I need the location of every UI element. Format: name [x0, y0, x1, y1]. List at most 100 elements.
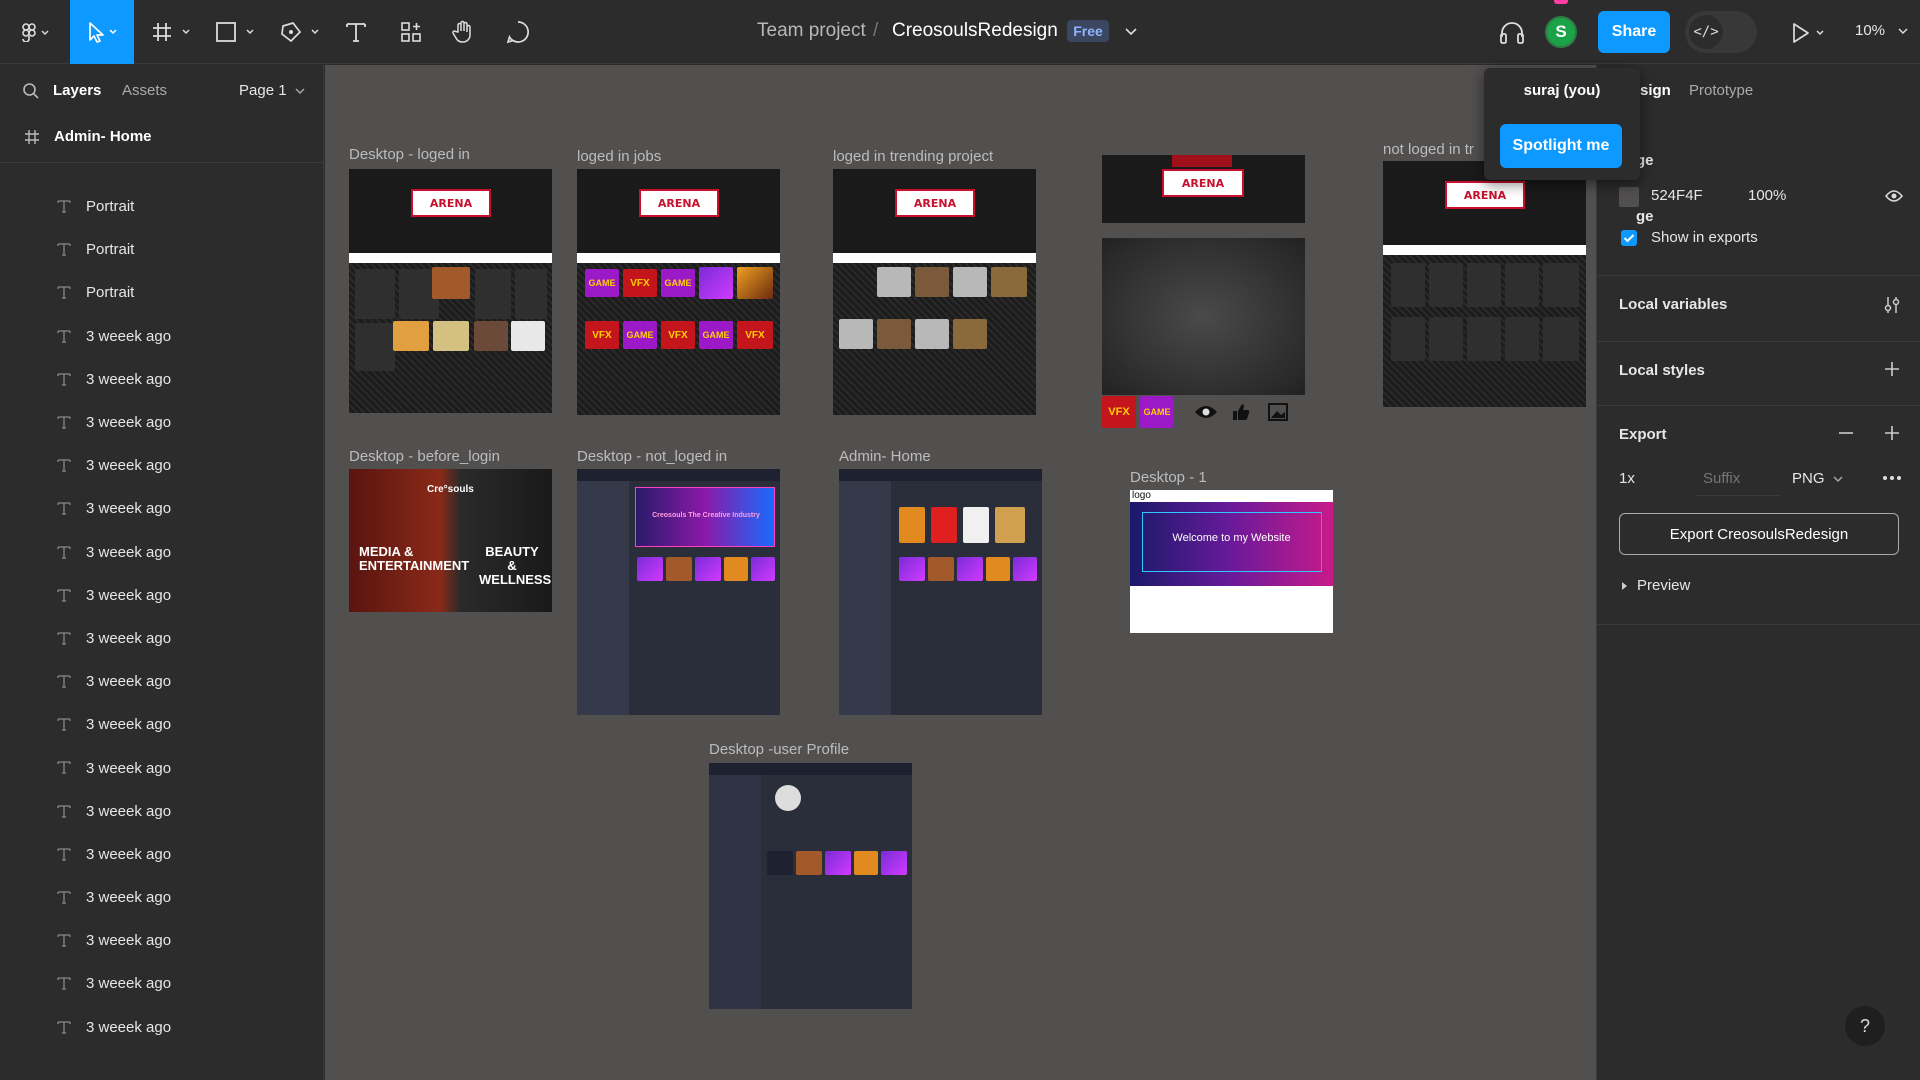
layer-item[interactable]: 3 weeek ago	[0, 876, 324, 919]
page-select[interactable]: Page 1	[239, 82, 305, 99]
banner-component[interactable]: ARENA	[1102, 155, 1305, 223]
frame-not-loged-in-dark[interactable]: Creosouls The Creative Industry	[577, 469, 780, 715]
frame-label[interactable]: Desktop - not_loged in	[577, 448, 727, 465]
more-options-icon[interactable]	[1882, 475, 1902, 481]
frame-label[interactable]: loged in jobs	[577, 148, 661, 165]
help-button[interactable]: ?	[1845, 1006, 1885, 1046]
breadcrumb-team[interactable]: Team project	[757, 20, 866, 42]
show-in-exports-checkbox[interactable]	[1621, 230, 1637, 246]
layer-item[interactable]: 3 weeek ago	[0, 919, 324, 962]
layer-item[interactable]: Portrait	[0, 185, 324, 228]
user-avatar[interactable]: S	[1545, 16, 1577, 48]
frame-label[interactable]: Desktop - before_login	[349, 448, 500, 465]
plus-icon[interactable]	[1884, 425, 1900, 441]
pen-tool-button[interactable]	[279, 12, 325, 52]
file-name[interactable]: CreosoulsRedesign	[892, 20, 1058, 42]
frame-desktop-loged-in[interactable]: ARENA	[349, 169, 552, 413]
zoom-control[interactable]: 10%	[1855, 22, 1909, 39]
dev-mode-toggle[interactable]: </>	[1685, 11, 1757, 53]
frame-loged-in-jobs[interactable]: ARENA GAME VFX GAME VFX GAME VFX GAME VF…	[577, 169, 780, 415]
layer-item[interactable]: 3 weeek ago	[0, 703, 324, 746]
comment-tool-button[interactable]	[505, 12, 531, 52]
layer-item[interactable]: 3 weeek ago	[0, 487, 324, 530]
resources-tool-button[interactable]	[399, 12, 423, 52]
layer-item[interactable]: 3 weeek ago	[0, 358, 324, 401]
spotlight-me-button[interactable]: Spotlight me	[1500, 124, 1622, 168]
layer-item[interactable]: 3 weeek ago	[0, 574, 324, 617]
tab-design[interactable]: sign	[1640, 82, 1671, 99]
layer-item[interactable]: 3 weeek ago	[0, 1006, 324, 1049]
text-tool-button[interactable]	[344, 12, 368, 52]
card-image	[839, 319, 873, 349]
banner: Creosouls The Creative Industry	[635, 487, 775, 547]
tab-layers[interactable]: Layers	[53, 82, 101, 99]
layer-item[interactable]: 3 weeek ago	[0, 617, 324, 660]
variables-icon[interactable]	[1883, 295, 1901, 315]
layer-label: 3 weeek ago	[86, 1018, 172, 1036]
hand-tool-button[interactable]	[451, 12, 477, 52]
frame-label[interactable]: Desktop - loged in	[349, 146, 470, 163]
layer-item[interactable]: Portrait	[0, 271, 324, 314]
export-scale[interactable]: 1x	[1619, 470, 1635, 487]
frame-label[interactable]: Desktop - 1	[1130, 469, 1207, 486]
minus-icon[interactable]	[1838, 425, 1854, 441]
color-swatch[interactable]	[1619, 187, 1639, 207]
preview-toggle[interactable]: Preview	[1637, 577, 1690, 594]
layer-item[interactable]: 3 weeek ago	[0, 833, 324, 876]
eye-icon[interactable]	[1885, 189, 1903, 203]
bg-color-hex[interactable]: 524F4F	[1651, 187, 1703, 204]
layer-item[interactable]: 3 weeek ago	[0, 401, 324, 444]
headphones-icon[interactable]	[1498, 20, 1526, 46]
card-image	[825, 851, 851, 875]
tab-prototype[interactable]: Prototype	[1689, 82, 1753, 99]
layer-label: 3 weeek ago	[86, 716, 172, 734]
vfx-tile[interactable]: VFX	[1102, 396, 1136, 428]
shape-tool-button[interactable]	[214, 12, 260, 52]
play-icon[interactable]	[1790, 21, 1830, 45]
chevron-down-icon[interactable]	[1124, 26, 1138, 38]
export-format-select[interactable]: PNG	[1792, 470, 1843, 487]
frame-label[interactable]: Admin- Home	[839, 448, 931, 465]
card-image	[953, 319, 987, 349]
frame-before-login[interactable]: Cre°souls MEDIA & ENTERTAINMENT BEAUTY &…	[349, 469, 552, 612]
layer-item[interactable]: 3 weeek ago	[0, 790, 324, 833]
frame-label[interactable]: not loged in tr	[1383, 141, 1474, 158]
frame-label[interactable]: Desktop -user Profile	[709, 741, 849, 758]
plus-icon[interactable]	[1884, 361, 1900, 377]
frame-not-loged-in[interactable]: ARENA	[1383, 161, 1586, 407]
page-section-title: ge	[1636, 208, 1654, 225]
chevron-down-icon	[295, 88, 305, 94]
layer-item[interactable]: 3 weeek ago	[0, 444, 324, 487]
layer-item[interactable]: 3 weeek ago	[0, 962, 324, 1005]
export-button[interactable]: Export CreosoulsRedesign	[1619, 513, 1899, 555]
card-image	[953, 267, 987, 297]
frame-label[interactable]: loged in trending project	[833, 148, 993, 165]
layer-item[interactable]: 3 weeek ago	[0, 315, 324, 358]
eye-icon[interactable]	[1194, 404, 1218, 420]
move-tool-button[interactable]	[70, 0, 134, 64]
layer-item[interactable]: 3 weeek ago	[0, 746, 324, 789]
export-suffix-input[interactable]	[1695, 462, 1781, 496]
frame-admin-home[interactable]	[839, 469, 1042, 715]
layer-item[interactable]: 3 weeek ago	[0, 531, 324, 574]
bg-opacity[interactable]: 100%	[1748, 187, 1786, 204]
frame-desktop-1[interactable]: logo Welcome to my Website	[1130, 490, 1333, 633]
chevron-right-icon[interactable]	[1621, 581, 1629, 591]
main-menu-button[interactable]	[14, 12, 56, 52]
share-button[interactable]: Share	[1598, 11, 1670, 53]
current-frame-row[interactable]: Admin- Home	[0, 115, 324, 163]
game-tile[interactable]: GAME	[1140, 396, 1174, 428]
image-icon[interactable]	[1268, 403, 1288, 421]
card-image	[695, 557, 721, 581]
text-layer-icon	[57, 632, 71, 645]
design-canvas[interactable]: Desktop - loged in ARENA loged in jobs A…	[325, 65, 1596, 1080]
search-icon[interactable]	[22, 82, 40, 100]
layer-item[interactable]: 3 weeek ago	[0, 660, 324, 703]
layer-item[interactable]: Portrait	[0, 228, 324, 271]
texture-component[interactable]	[1102, 238, 1305, 395]
tab-assets[interactable]: Assets	[122, 82, 167, 99]
frame-loged-in-trending[interactable]: ARENA	[833, 169, 1036, 415]
frame-tool-button[interactable]	[150, 12, 196, 52]
thumbs-up-icon[interactable]	[1231, 402, 1251, 422]
frame-user-profile[interactable]	[709, 763, 912, 1009]
